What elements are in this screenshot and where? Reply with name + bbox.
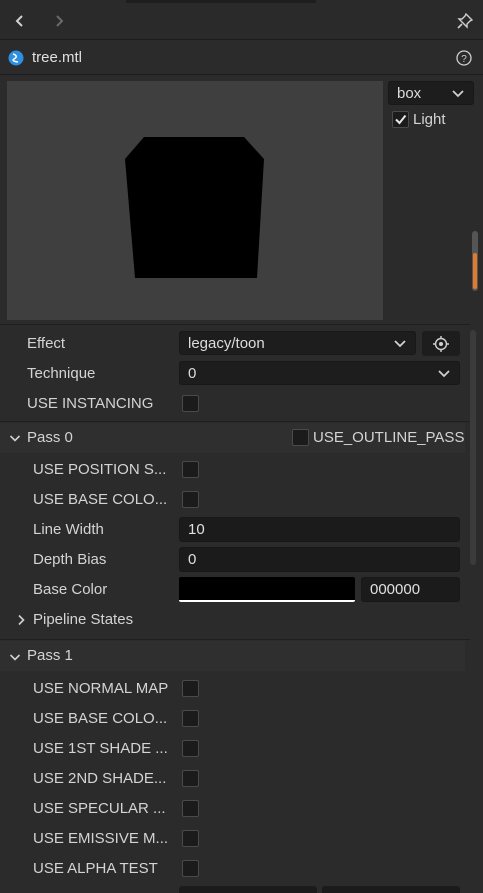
line-width-input[interactable]: 10 [179, 517, 460, 542]
pin-icon [457, 13, 473, 29]
use-base-color-label: USE BASE COLO... [33, 710, 168, 727]
use-position-checkbox[interactable] [182, 461, 199, 478]
chevron-left-icon [15, 15, 23, 27]
technique-select[interactable]: 0 [179, 361, 460, 385]
technique-label: Technique [27, 365, 96, 382]
use-base-color-checkbox[interactable] [182, 491, 199, 508]
outline-pass-label: USE_OUTLINE_PASS [313, 429, 465, 446]
use-emissive-label: USE EMISSIVE M... [33, 830, 169, 847]
pin-button[interactable] [454, 10, 476, 32]
divider [0, 639, 470, 640]
checkmark-icon [395, 114, 407, 125]
base-color-swatch[interactable] [179, 577, 355, 602]
depth-bias-input[interactable]: 0 [179, 547, 460, 572]
preview-shape-select[interactable]: box [388, 81, 474, 105]
partial-input[interactable] [179, 886, 317, 893]
preview-scroll-thumb[interactable] [473, 253, 477, 289]
use-2nd-shade-label: USE 2ND SHADE... [33, 770, 167, 787]
help-circle-icon: ? [456, 50, 472, 66]
depth-bias-label: Depth Bias [33, 551, 107, 568]
forward-button[interactable] [48, 10, 70, 32]
use-instancing-checkbox[interactable] [182, 395, 199, 412]
asset-name: tree.mtl [32, 49, 83, 66]
effect-value: legacy/toon [188, 334, 265, 352]
use-normal-map-label: USE NORMAL MAP [33, 680, 169, 697]
inspector-scrollbar[interactable] [470, 330, 476, 565]
use-2nd-shade-checkbox[interactable] [182, 770, 199, 787]
light-label: Light [413, 111, 446, 128]
locate-effect-button[interactable] [422, 331, 460, 356]
base-color-label: Base Color [33, 581, 108, 598]
use-alpha-test-checkbox[interactable] [182, 860, 199, 877]
back-button[interactable] [9, 10, 31, 32]
use-base-color-checkbox[interactable] [182, 710, 199, 727]
preview-shape-value: box [397, 84, 422, 102]
use-1st-shade-label: USE 1ST SHADE ... [33, 740, 168, 757]
effect-label: Effect [27, 335, 66, 352]
chevron-right-icon [56, 15, 64, 27]
toolbar [0, 0, 483, 40]
tab-divider [126, 0, 316, 3]
svg-text:?: ? [461, 54, 467, 65]
preview-box-mesh [125, 137, 264, 278]
use-1st-shade-checkbox[interactable] [182, 740, 199, 757]
divider [0, 324, 470, 325]
use-position-label: USE POSITION S... [33, 461, 167, 478]
divider [0, 421, 470, 422]
chevron-down-icon [394, 340, 406, 348]
pass-0-title: Pass 0 [27, 429, 73, 446]
chevron-down-icon [438, 370, 450, 378]
chevron-down-icon[interactable] [9, 431, 21, 448]
use-emissive-checkbox[interactable] [182, 830, 199, 847]
help-button[interactable]: ? [456, 50, 472, 70]
technique-value: 0 [188, 364, 197, 382]
use-specular-checkbox[interactable] [182, 800, 199, 817]
use-alpha-test-label: USE ALPHA TEST [33, 860, 158, 877]
chevron-down-icon [452, 90, 464, 98]
outline-pass-checkbox[interactable] [292, 429, 309, 446]
effect-select[interactable]: legacy/toon [179, 331, 416, 355]
use-normal-map-checkbox[interactable] [182, 680, 199, 697]
pipeline-states-label[interactable]: Pipeline States [33, 611, 133, 628]
line-width-label: Line Width [33, 521, 104, 538]
partial-input[interactable] [322, 886, 460, 893]
material-preview[interactable] [7, 81, 383, 320]
use-instancing-label: USE INSTANCING [27, 395, 154, 412]
chevron-down-icon[interactable] [9, 650, 21, 667]
light-checkbox[interactable] [392, 111, 409, 128]
target-icon [433, 335, 449, 352]
base-color-hex-input[interactable]: 000000 [361, 577, 460, 602]
use-base-color-label: USE BASE COLO... [33, 491, 168, 508]
preview-scrollbar[interactable] [472, 231, 478, 291]
use-specular-label: USE SPECULAR ... [33, 800, 166, 817]
chevron-right-icon[interactable] [15, 613, 27, 630]
pass-1-title: Pass 1 [27, 647, 73, 664]
material-icon [8, 50, 24, 70]
